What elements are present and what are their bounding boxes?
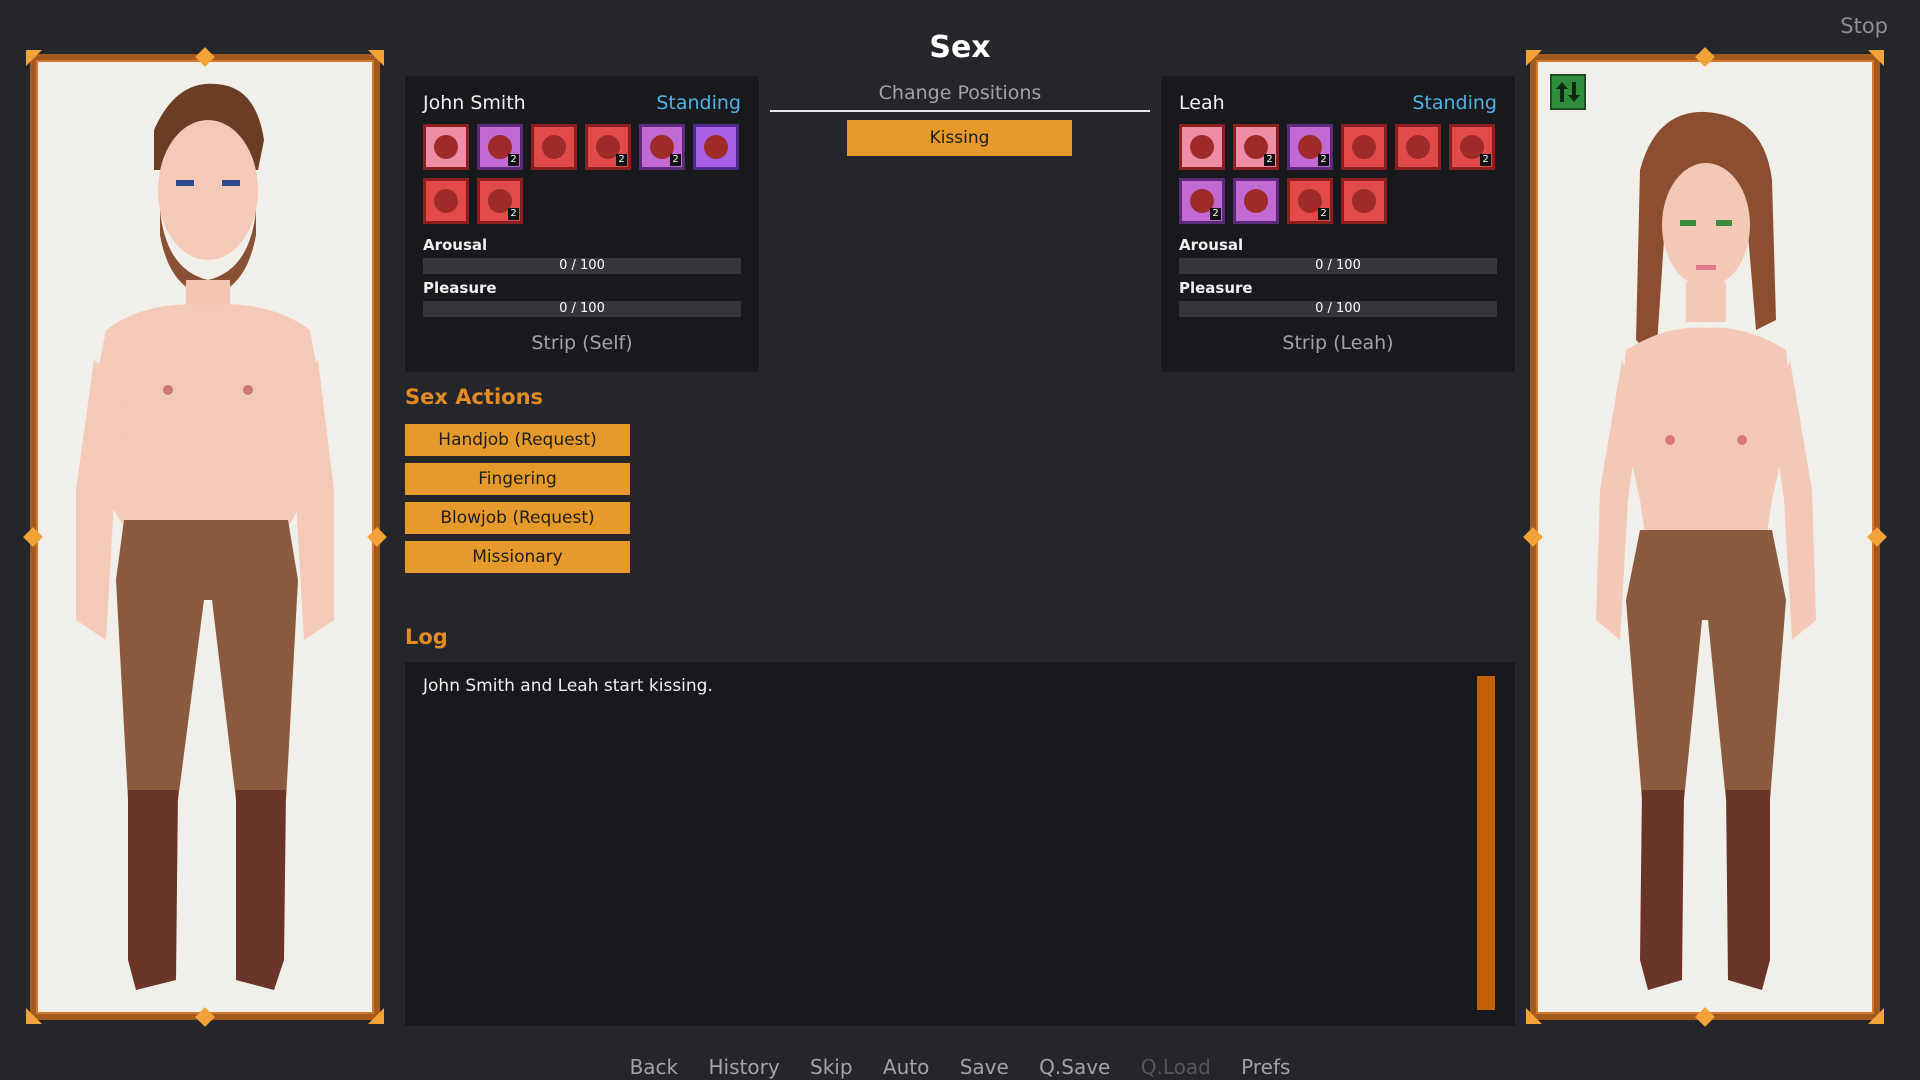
quick-menu-save[interactable]: Save xyxy=(960,1055,1009,1079)
strip-leah-button[interactable]: Strip (Leah) xyxy=(1161,332,1515,354)
slot-count-badge: 2 xyxy=(1318,154,1329,166)
quick-menu-skip[interactable]: Skip xyxy=(810,1055,853,1079)
arousal-label: Arousal xyxy=(1179,236,1244,254)
action-missionary-button[interactable]: Missionary xyxy=(405,541,630,573)
quick-menu-history[interactable]: History xyxy=(709,1055,780,1079)
orifice-icon xyxy=(1190,135,1214,159)
slot-count-badge: 2 xyxy=(508,154,519,166)
mouth-slot[interactable] xyxy=(1233,178,1279,224)
arousal-value: 0 / 100 xyxy=(559,258,605,273)
hand-slot[interactable]: 2 xyxy=(1179,178,1225,224)
pleasure-label: Pleasure xyxy=(423,279,497,297)
groin-icon xyxy=(1352,189,1376,213)
foot-slot[interactable]: 2 xyxy=(585,124,631,170)
pleasure-bar: 0 / 100 xyxy=(1179,301,1497,317)
leg-slot[interactable]: 2 xyxy=(477,178,523,224)
breast-slot[interactable]: 2 xyxy=(477,124,523,170)
butt-icon xyxy=(542,135,566,159)
slot-count-badge: 2 xyxy=(616,154,627,166)
log-heading: Log xyxy=(405,625,448,649)
arousal-bar: 0 / 100 xyxy=(423,258,741,274)
character-panel-leah: Leah Standing 2 2 2 2 2 Arousal 0 / 100 Plea… xyxy=(1161,76,1515,372)
penis-icon xyxy=(434,189,458,213)
leg-slot[interactable]: 2 xyxy=(1287,178,1333,224)
log-scrollbar[interactable] xyxy=(1477,676,1495,1010)
change-positions-button[interactable]: Change Positions xyxy=(770,82,1150,104)
mouth-slot[interactable] xyxy=(693,124,739,170)
orifice-icon xyxy=(434,135,458,159)
action-handjob-request-button[interactable]: Handjob (Request) xyxy=(405,424,630,456)
slot-count-badge: 2 xyxy=(1264,154,1275,166)
character-state[interactable]: Standing xyxy=(656,92,741,114)
arousal-label: Arousal xyxy=(423,236,488,254)
slot-count-badge: 2 xyxy=(1318,208,1329,220)
slot-count-badge: 2 xyxy=(508,208,519,220)
vagina-slot[interactable] xyxy=(1395,124,1441,170)
portrait-leah xyxy=(1523,47,1887,1027)
quick-menu-qload: Q.Load xyxy=(1140,1055,1211,1079)
penis-slot[interactable] xyxy=(423,178,469,224)
hand-slot[interactable]: 2 xyxy=(639,124,685,170)
arousal-bar: 0 / 100 xyxy=(1179,258,1497,274)
butt-slot[interactable] xyxy=(1341,124,1387,170)
quick-menu: Back History Skip Auto Save Q.Save Q.Loa… xyxy=(0,1055,1920,1079)
female-character-sprite xyxy=(1596,111,1816,990)
swap-positions-button[interactable] xyxy=(1550,74,1586,110)
butt-icon xyxy=(1352,135,1376,159)
pleasure-value: 0 / 100 xyxy=(1315,301,1361,316)
arousal-value: 0 / 100 xyxy=(1315,258,1361,273)
stop-button[interactable]: Stop xyxy=(1840,14,1888,38)
butt-slot[interactable] xyxy=(531,124,577,170)
sex-actions-heading: Sex Actions xyxy=(405,385,544,409)
character-name: John Smith xyxy=(423,92,526,114)
groin-slot[interactable] xyxy=(1341,178,1387,224)
action-blowjob-request-button[interactable]: Blowjob (Request) xyxy=(405,502,630,534)
breast-slot[interactable]: 2 xyxy=(1233,124,1279,170)
swap-arrows-icon xyxy=(1556,82,1580,102)
log-entry: John Smith and Leah start kissing. xyxy=(423,676,713,696)
quick-menu-back[interactable]: Back xyxy=(630,1055,679,1079)
character-name: Leah xyxy=(1179,92,1225,114)
slot-count-badge: 2 xyxy=(1210,208,1221,220)
body-part-slots: 2 2 2 2 xyxy=(423,124,753,232)
quick-menu-auto[interactable]: Auto xyxy=(883,1055,929,1079)
slot-count-badge: 2 xyxy=(670,154,681,166)
action-fingering-button[interactable]: Fingering xyxy=(405,463,630,495)
male-character-sprite xyxy=(76,83,334,990)
positions-divider xyxy=(770,110,1150,112)
quick-menu-qsave[interactable]: Q.Save xyxy=(1039,1055,1110,1079)
pleasure-bar: 0 / 100 xyxy=(423,301,741,317)
orifice-slot[interactable] xyxy=(1179,124,1225,170)
character-state[interactable]: Standing xyxy=(1412,92,1497,114)
slot-count-badge: 2 xyxy=(1480,154,1491,166)
orifice-slot[interactable] xyxy=(423,124,469,170)
quick-menu-prefs[interactable]: Prefs xyxy=(1241,1055,1290,1079)
vagina-icon xyxy=(1406,135,1430,159)
log-panel: John Smith and Leah start kissing. xyxy=(405,662,1515,1026)
breast-slot[interactable]: 2 xyxy=(1287,124,1333,170)
strip-self-button[interactable]: Strip (Self) xyxy=(405,332,759,354)
pleasure-value: 0 / 100 xyxy=(559,301,605,316)
pleasure-label: Pleasure xyxy=(1179,279,1253,297)
foot-slot[interactable]: 2 xyxy=(1449,124,1495,170)
body-part-slots: 2 2 2 2 2 xyxy=(1179,124,1509,232)
character-panel-john-smith: John Smith Standing 2 2 2 2 Arousal 0 / 100… xyxy=(405,76,759,372)
mouth-icon xyxy=(1244,189,1268,213)
current-position-button[interactable]: Kissing xyxy=(847,120,1072,156)
mouth-icon xyxy=(704,135,728,159)
portrait-john-smith xyxy=(23,47,387,1027)
